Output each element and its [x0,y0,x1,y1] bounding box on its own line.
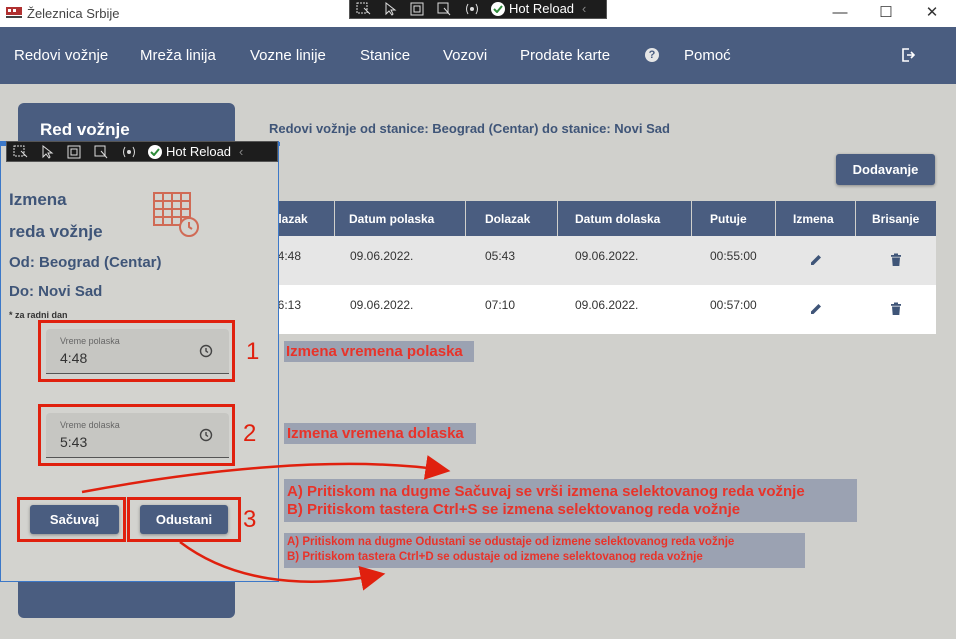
arrow-to-save-help [81,455,451,494]
annotation-arrows [81,455,451,591]
arrow-to-cancel-help [179,541,386,591]
